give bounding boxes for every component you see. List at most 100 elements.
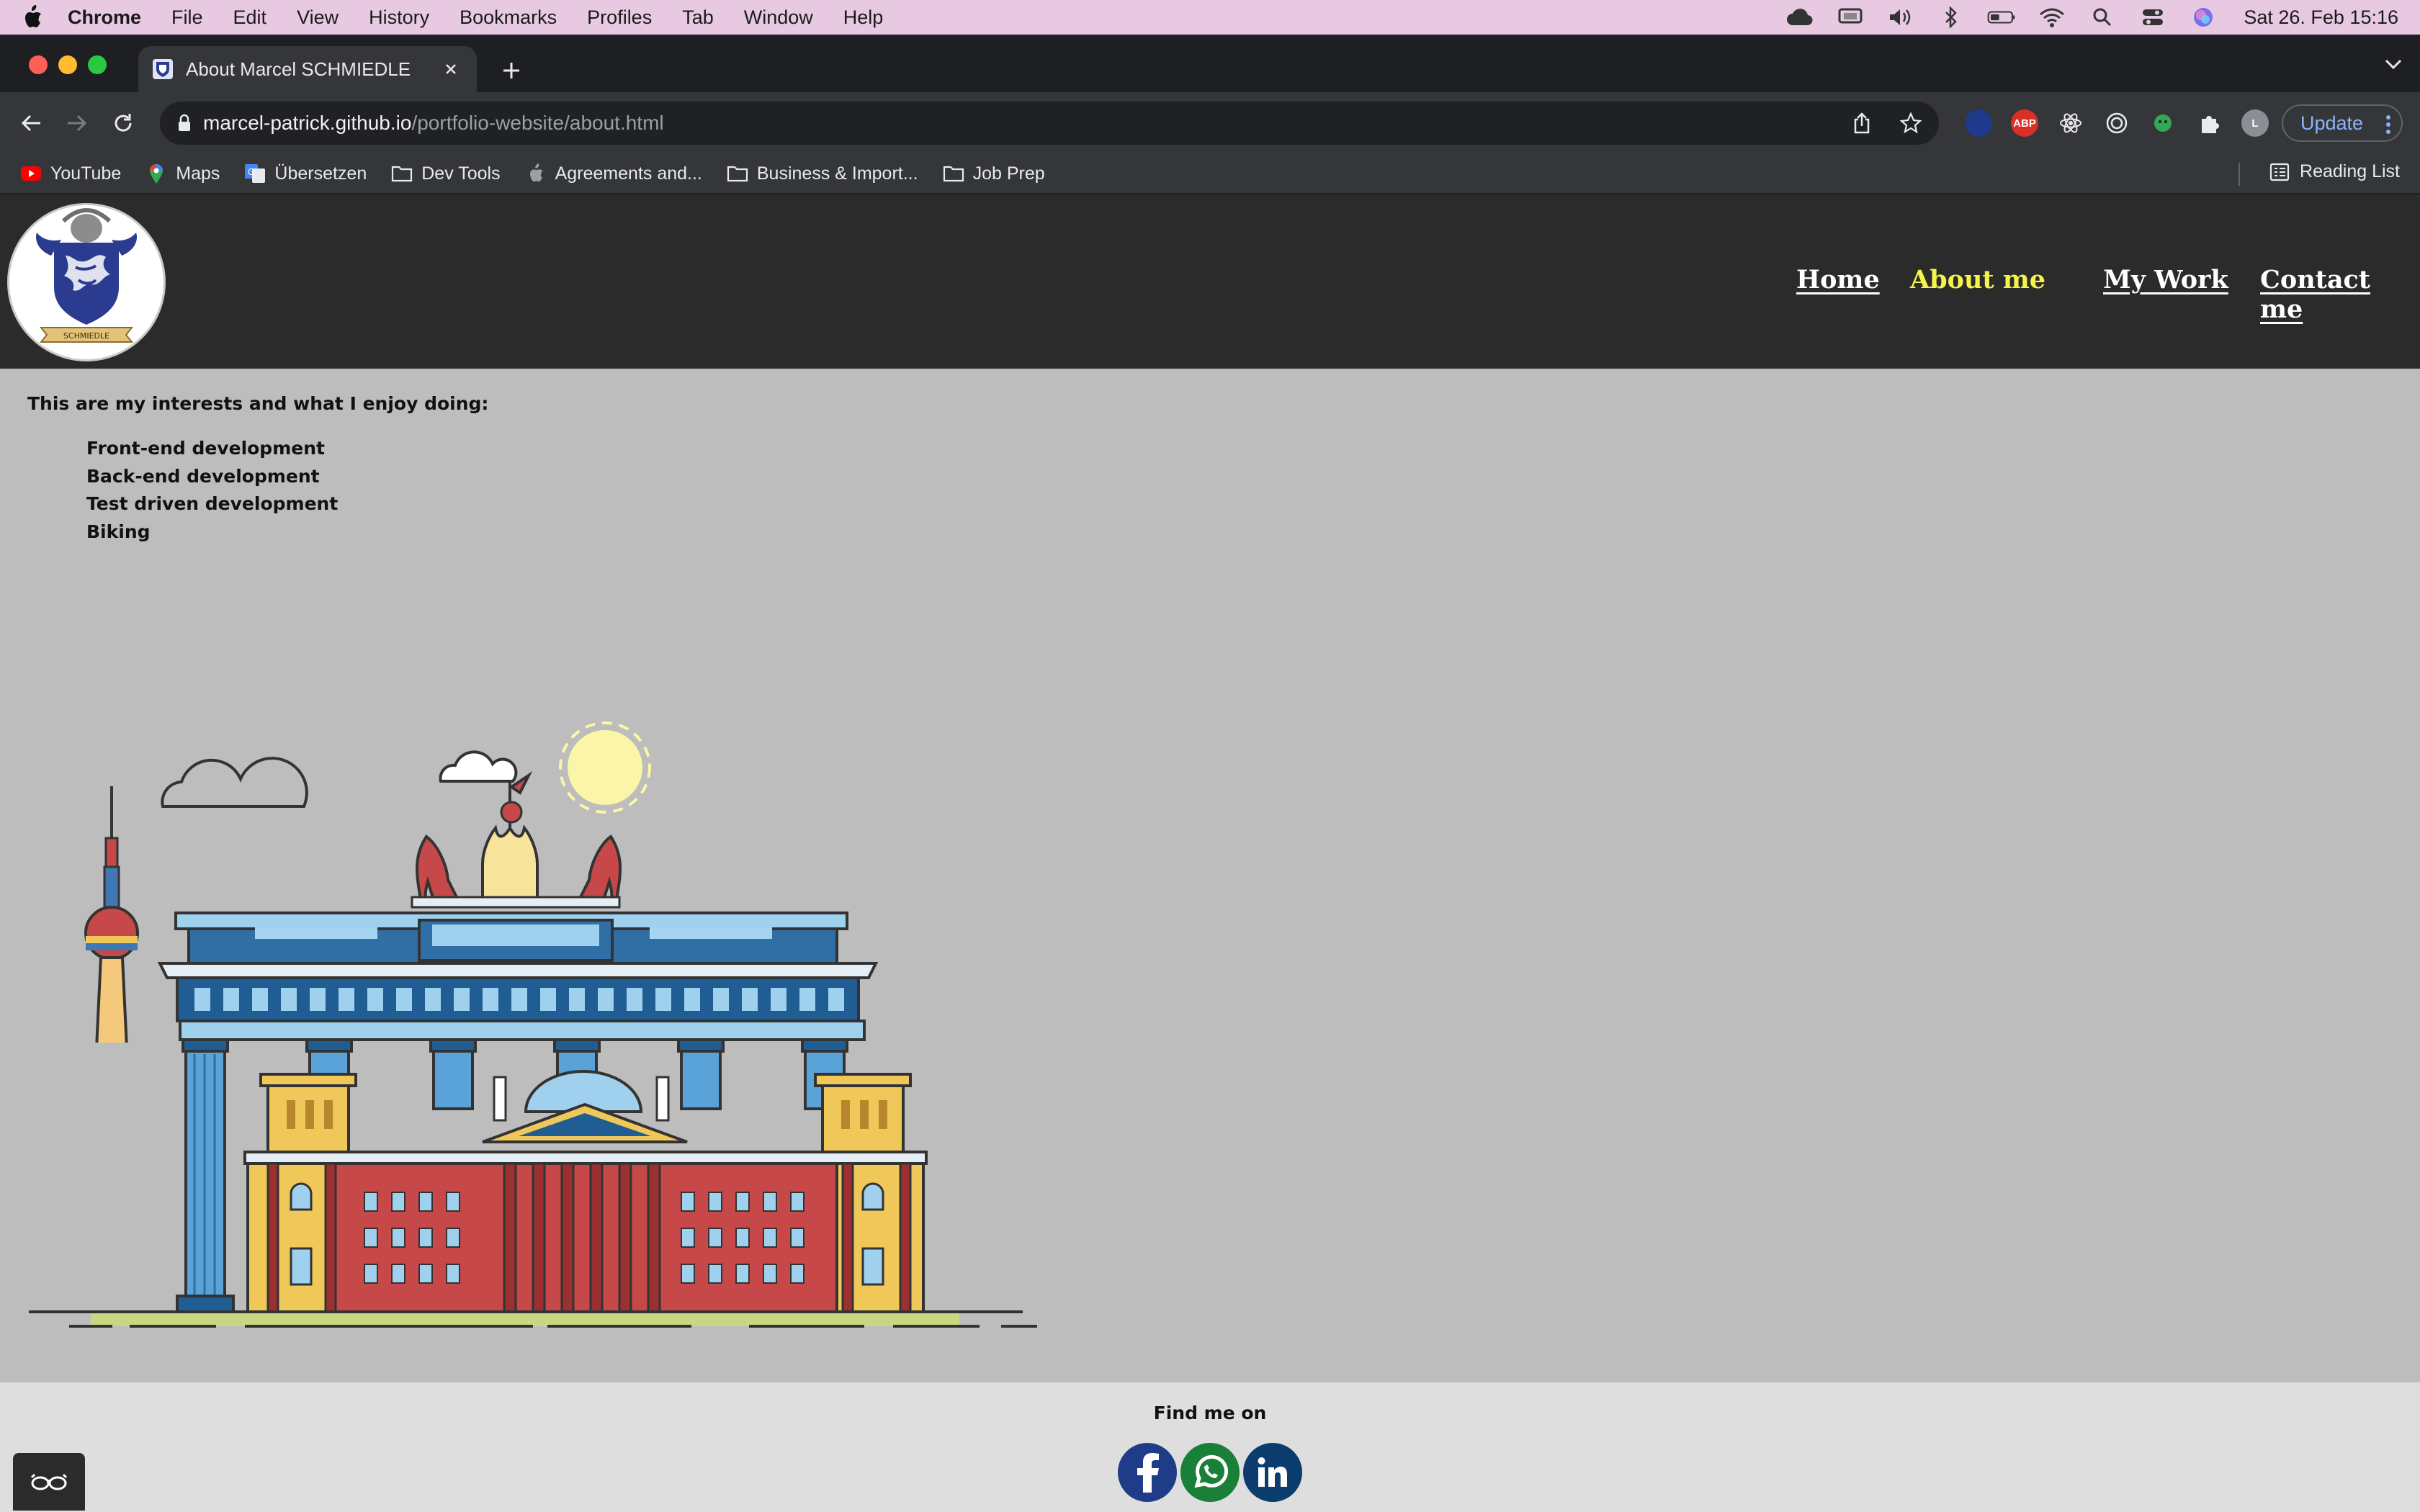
window-close-button[interactable]	[29, 55, 48, 74]
siri-icon[interactable]	[2189, 3, 2218, 32]
reading-list-button[interactable]: Reading List	[2269, 161, 2400, 182]
extensions-puzzle-icon[interactable]	[2195, 109, 2223, 137]
new-tab-plus-icon[interactable]	[497, 56, 526, 85]
bookmark-agreements[interactable]: Agreements and...	[525, 163, 702, 184]
nav-home-link[interactable]: Home	[1796, 265, 1880, 294]
battery-icon[interactable]	[1987, 3, 2016, 32]
window-zoom-button[interactable]	[88, 55, 107, 74]
bookmark-star-icon[interactable]	[1900, 112, 1922, 134]
control-center-icon[interactable]	[2138, 3, 2167, 32]
volume-icon[interactable]	[1886, 3, 1915, 32]
wifi-icon[interactable]	[2038, 3, 2066, 32]
tab-close-icon[interactable]	[439, 58, 462, 81]
bookmark-label: Agreements and...	[555, 163, 702, 184]
extension-blue-icon[interactable]	[1965, 109, 1992, 137]
back-arrow-icon[interactable]	[14, 107, 48, 140]
bookmark-label: Maps	[176, 163, 220, 184]
bookmarks-bar: YouTube Maps G Übersetzen Dev Tools Agre…	[0, 154, 2420, 194]
address-bar[interactable]: marcel-patrick.github.io /portfolio-webs…	[160, 102, 1939, 145]
interests-list: Front-end development Back-end developme…	[86, 435, 338, 546]
about-content: This are my interests and what I enjoy d…	[0, 369, 2420, 1382]
chrome-tab-strip: About Marcel SCHMIEDLE	[0, 35, 2420, 92]
update-label: Update	[2300, 112, 2364, 134]
bookmark-label: YouTube	[50, 163, 122, 184]
menu-edit[interactable]: Edit	[233, 6, 267, 29]
bookmark-folder-dev-tools[interactable]: Dev Tools	[391, 163, 501, 184]
reload-icon[interactable]	[107, 107, 140, 140]
google-translate-icon: G	[244, 163, 266, 184]
folder-icon	[727, 163, 748, 184]
menu-help[interactable]: Help	[843, 6, 884, 29]
spotlight-search-icon[interactable]	[2088, 3, 2117, 32]
facebook-link[interactable]	[1118, 1443, 1177, 1502]
reichstag-and-gate-columns-illustration	[29, 1040, 1037, 1328]
facebook-icon	[1133, 1452, 1162, 1493]
apple-icon[interactable]	[22, 5, 50, 30]
menubar-clock[interactable]: Sat 26. Feb 15:16	[2244, 6, 2398, 29]
url-path: /portfolio-website/about.html	[411, 112, 664, 134]
macos-menubar: Chrome File Edit View History Bookmarks …	[0, 0, 2420, 35]
glasses-icon	[29, 1472, 69, 1492]
target-extension-icon[interactable]	[2103, 109, 2130, 137]
react-devtools-icon[interactable]	[2057, 109, 2084, 137]
bookmark-youtube[interactable]: YouTube	[20, 163, 121, 184]
logo-banner-text: SCHMIEDLE	[63, 331, 109, 341]
youtube-icon	[20, 163, 42, 184]
url-host: marcel-patrick.github.io	[203, 112, 412, 134]
window-minimize-button[interactable]	[58, 55, 77, 74]
accessibility-glasses-button[interactable]	[13, 1453, 85, 1511]
find-me-on-heading: Find me on	[1153, 1403, 1267, 1423]
menu-tab[interactable]: Tab	[682, 6, 714, 29]
bookmark-label: Dev Tools	[421, 163, 501, 184]
folder-icon	[943, 163, 964, 184]
green-extension-icon[interactable]	[2149, 109, 2177, 137]
apple-icon	[525, 163, 547, 184]
reading-list-icon	[2269, 163, 2290, 181]
svg-text:G: G	[248, 167, 254, 177]
bookmark-folder-business[interactable]: Business & Import...	[727, 163, 918, 184]
site-footer: Find me on	[0, 1382, 2420, 1512]
lock-icon[interactable]	[177, 114, 192, 132]
menu-profiles[interactable]: Profiles	[587, 6, 652, 29]
share-icon[interactable]	[1852, 112, 1871, 134]
berlin-landmarks-illustration	[84, 721, 879, 1043]
nav-about-link[interactable]: About me	[1910, 265, 2045, 294]
linkedin-link[interactable]	[1243, 1443, 1302, 1502]
coat-of-arms-logo[interactable]: SCHMIEDLE	[7, 203, 166, 361]
menu-app-chrome[interactable]: Chrome	[68, 6, 141, 29]
adblock-plus-icon[interactable]: ABP	[2011, 109, 2038, 137]
tab-search-chevron-icon[interactable]	[2384, 58, 2403, 71]
interest-item: Biking	[86, 521, 151, 542]
menu-view[interactable]: View	[297, 6, 339, 29]
bookmark-label: Übersetzen	[274, 163, 367, 184]
interest-item: Back-end development	[86, 465, 320, 487]
reading-list-label: Reading List	[2300, 161, 2400, 181]
bookmark-translate[interactable]: G Übersetzen	[244, 163, 367, 184]
coat-of-arms-favicon-icon	[153, 59, 173, 79]
maps-pin-icon	[145, 163, 167, 184]
update-button[interactable]: Update	[2282, 104, 2403, 142]
menu-file[interactable]: File	[171, 6, 203, 29]
kebab-menu-icon[interactable]	[2385, 114, 2391, 135]
menu-history[interactable]: History	[369, 6, 429, 29]
tab-title: About Marcel SCHMIEDLE	[186, 58, 411, 80]
nav-contact-link[interactable]: Contact me	[2260, 265, 2420, 324]
bookmark-maps[interactable]: Maps	[145, 163, 220, 184]
profile-avatar[interactable]: L	[2241, 109, 2269, 137]
menu-window[interactable]: Window	[744, 6, 813, 29]
tab-about[interactable]: About Marcel SCHMIEDLE	[138, 46, 477, 92]
chrome-toolbar: marcel-patrick.github.io /portfolio-webs…	[0, 92, 2420, 154]
bookmark-folder-job-prep[interactable]: Job Prep	[943, 163, 1045, 184]
nav-my-work-link[interactable]: My Work	[2103, 265, 2228, 294]
bluetooth-icon[interactable]	[1937, 3, 1966, 32]
interest-item: Front-end development	[86, 438, 325, 459]
screen-mirroring-icon[interactable]	[1836, 3, 1865, 32]
menu-bookmarks[interactable]: Bookmarks	[460, 6, 557, 29]
interests-intro: This are my interests and what I enjoy d…	[27, 393, 489, 414]
folder-icon	[391, 163, 413, 184]
forward-arrow-icon[interactable]	[60, 107, 94, 140]
cloud-icon[interactable]	[1785, 3, 1814, 32]
bookmark-label: Job Prep	[972, 163, 1045, 184]
whatsapp-link[interactable]	[1180, 1443, 1240, 1502]
bookmark-label: Business & Import...	[756, 163, 918, 184]
